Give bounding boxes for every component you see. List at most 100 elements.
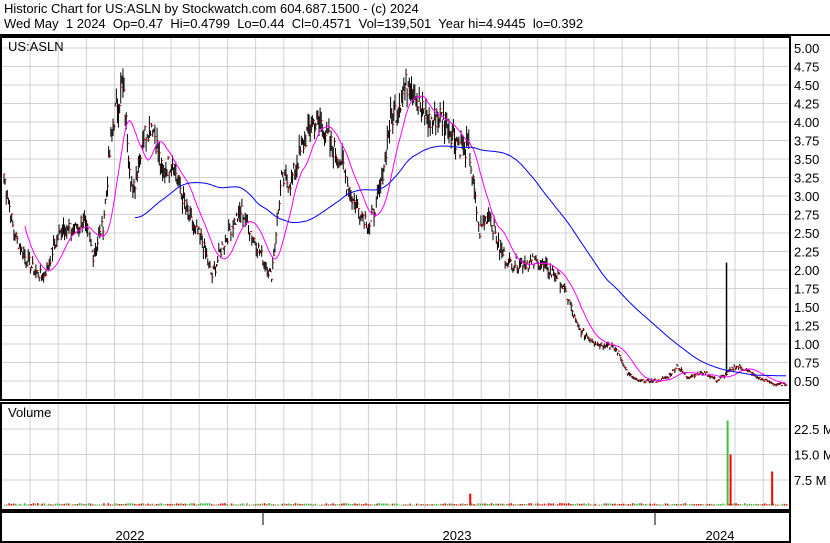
stock-chart: 0.50 0.75 1.00 1.25 1.50 1.75 2.00 2.25 2.50 2.75… [0,34,830,543]
volume-bar [261,503,264,506]
volume-bar [127,503,129,506]
volume-bar [739,504,742,506]
volume-bar [398,504,400,506]
price-tick-label: 4.00 [794,115,819,130]
volume-bar [107,503,110,506]
volume-bar [103,503,105,506]
volume-bar [244,504,246,506]
volume-bar [10,503,13,506]
volume-bar [451,503,453,506]
volume-bar [702,504,704,506]
volume-bar [455,504,458,506]
volume-bar [695,504,698,506]
volume-bar [616,504,618,506]
volume-bar [636,504,638,506]
volume-bar [118,504,121,506]
volume-bar [530,503,532,506]
volume-bar [292,504,295,506]
volume-bar [343,503,345,506]
volume-bar [48,503,50,506]
volume-bar [464,504,466,506]
volume-bar [519,503,521,506]
volume-bar [523,503,526,506]
volume-bar [349,504,352,506]
volume-bar [175,503,178,506]
volume-bar [459,503,462,506]
price-tick-label: 1.25 [794,319,819,334]
volume-bar [777,504,779,506]
volume-tick-label: 22.5 M [794,422,830,437]
volume-bar [70,504,72,506]
volume-bar [133,503,136,506]
volume-bar [122,504,125,506]
volume-bar [338,504,341,506]
volume-bar [532,504,535,506]
volume-bar [581,503,583,506]
volume-bar [100,504,103,506]
volume-bar [144,504,147,506]
volume-bar [444,503,447,506]
volume-bar [574,504,577,506]
volume-bar [746,504,748,506]
volume-bar [620,503,623,506]
year-label: 2024 [706,528,735,543]
volume-bar [32,503,35,506]
volume-bar [640,503,643,506]
volume-bar [272,504,275,506]
volume-bar [440,503,442,506]
volume-bar [345,503,347,506]
volume-bar [662,504,665,506]
volume-bar [285,503,288,506]
price-panel-frame [0,36,791,401]
volume-bar [719,504,722,506]
volume-bar [752,504,755,506]
volume-bar [499,503,502,506]
volume-bar [658,504,660,506]
volume-bar [609,503,612,506]
volume-bar [446,504,449,506]
volume-bar [191,503,193,506]
volume-bar [435,503,438,506]
volume-bar [92,504,94,506]
volume-bar [722,503,724,506]
volume-bar [89,503,92,506]
volume-bar [184,503,187,506]
volume-bar [488,503,491,506]
volume-bar [497,503,499,506]
volume-bar [356,503,358,506]
volume-bar [307,503,310,506]
volume-bar [37,503,39,506]
volume-bar [572,503,574,506]
volume-bar [358,503,361,506]
volume-bar [171,504,173,506]
volume-bar [173,504,176,506]
volume-bar [305,503,308,506]
volume-bar [704,504,706,506]
volume-bar [501,503,504,506]
volume-bar [576,503,579,506]
volume-bar [182,503,184,506]
volume-bar [484,503,486,506]
volume-bar [578,503,581,506]
volume-bar [556,504,559,506]
volume-bar [204,503,206,506]
volume-bar [54,503,57,506]
volume-bar [506,504,508,506]
volume-bar [160,503,162,506]
volume-bar [563,503,566,506]
volume-bar [371,504,374,506]
volume-bar [426,504,429,506]
volume-bar [433,504,436,506]
volume-bar [186,504,189,506]
volume-bar [649,503,651,506]
volume-bar [369,504,372,506]
volume-bar [266,504,268,506]
volume-bar [354,503,356,506]
volume-bar [693,504,695,506]
volume-bar [213,504,215,506]
volume-bar [429,504,431,506]
volume-bar [680,504,682,506]
volume-bar [312,504,314,506]
volume-bar [376,503,378,506]
volume-bar [195,504,198,506]
